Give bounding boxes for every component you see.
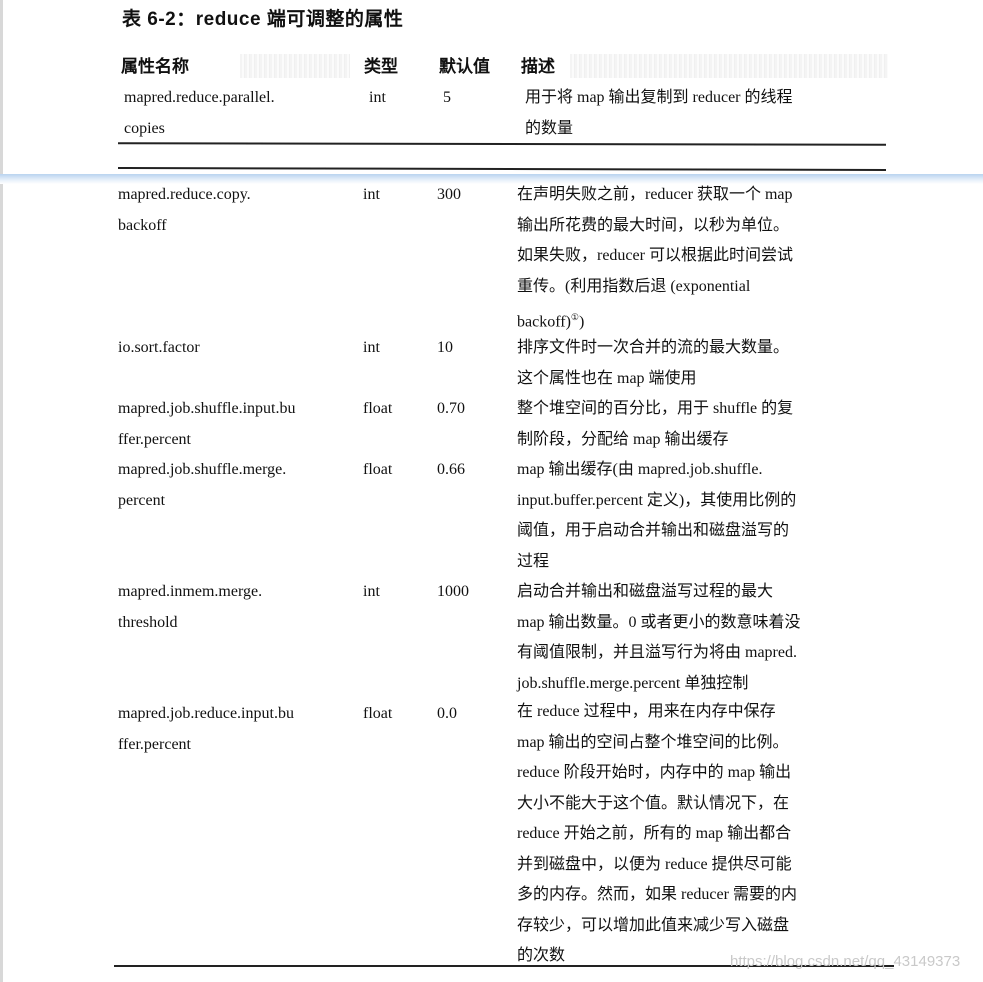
desc-line: 在声明失败之前，reducer 获取一个 map [517, 186, 793, 203]
header-default: 默认值 [439, 57, 490, 76]
header-type: 类型 [364, 57, 398, 76]
row-name: mapred.job.shuffle.input.bu ffer.percent [118, 394, 358, 455]
name-line: ffer.percent [118, 430, 191, 448]
row-type: float [363, 461, 393, 478]
desc-text: backoff) [517, 313, 571, 331]
name-line: mapred.reduce.copy. [118, 186, 251, 203]
row-default: 5 [443, 89, 451, 106]
row-description: 用于将 map 输出复制到 reducer 的线程 的数量 [525, 83, 883, 144]
table-rule [117, 166, 887, 172]
name-line: mapred.job.shuffle.merge. [118, 461, 287, 478]
desc-line: reduce 阶段开始时，内存中的 map 输出 [517, 764, 792, 781]
desc-line: map 输出的空间占整个堆空间的比例。 [517, 733, 789, 751]
footnote-mark[interactable]: ① [571, 312, 579, 322]
row-type: int [363, 339, 380, 356]
row-default: 1000 [437, 583, 469, 600]
row-type: float [363, 705, 393, 722]
desc-line: 制阶段，分配给 map 输出缓存 [517, 430, 729, 448]
desc-line: 输出所花费的最大时间，以秒为单位。 [517, 216, 790, 234]
desc-line: 重传。(利用指数后退 (exponential [517, 277, 751, 295]
desc-line: 多的内存。然而，如果 reducer 需要的内 [517, 886, 797, 903]
desc-line: input.buffer.percent 定义)，其使用比例的 [517, 491, 797, 509]
name-line: percent [118, 491, 166, 509]
row-type: float [363, 400, 393, 417]
name-line: mapred.reduce.parallel. [124, 89, 275, 106]
desc-text: ) [578, 313, 585, 331]
scan-noise [240, 54, 350, 78]
desc-line: 有阈值限制，并且溢写行为将由 mapred. [517, 644, 797, 661]
row-description: 在声明失败之前，reducer 获取一个 map 输出所花费的最大时间，以秒为单… [517, 180, 887, 338]
watermark: https://blog.csdn.net/qq_43149373 [730, 953, 961, 970]
desc-line: job.shuffle.merge.percent 单独控制 [517, 674, 749, 692]
row-description: 在 reduce 过程中，用来在内存中保存 map 输出的空间占整个堆空间的比例… [517, 697, 887, 972]
row-type: int [363, 583, 380, 600]
header-description: 描述 [521, 57, 555, 76]
desc-line: 并到磁盘中，以便为 reduce 提供尽可能 [517, 855, 792, 873]
desc-line: 这个属性也在 map 端使用 [517, 369, 697, 387]
desc-line: 过程 [517, 552, 550, 570]
row-name: io.sort.factor [118, 333, 358, 364]
row-default: 0.70 [437, 400, 465, 417]
table-title: 表 6-2：reduce 端可调整的属性 [122, 9, 404, 30]
desc-line: 用于将 map 输出复制到 reducer 的线程 [525, 89, 793, 106]
row-type: int [363, 186, 380, 203]
header-name: 属性名称 [121, 57, 189, 76]
desc-line: 大小不能大于这个值。默认情况下，在 [517, 794, 790, 812]
row-default: 0.0 [437, 705, 457, 722]
row-name: mapred.inmem.merge. threshold [118, 577, 358, 638]
desc-line: 的数量 [525, 119, 574, 137]
page-edge [0, 0, 3, 982]
name-line: ffer.percent [118, 735, 191, 753]
desc-line: reduce 开始之前，所有的 map 输出都合 [517, 825, 792, 842]
name-line: mapred.job.shuffle.input.bu [118, 400, 296, 417]
desc-line: map 输出数量。0 或者更小的数意味着没 [517, 613, 801, 631]
row-default: 10 [437, 339, 453, 356]
desc-line: 启动合并输出和磁盘溢写过程的最大 [517, 583, 774, 600]
row-name: mapred.job.shuffle.merge. percent [118, 455, 358, 516]
row-type: int [369, 89, 386, 106]
desc-line: 阈值，用于启动合并输出和磁盘溢写的 [517, 522, 790, 539]
name-line: copies [124, 119, 165, 137]
row-description: 启动合并输出和磁盘溢写过程的最大 map 输出数量。0 或者更小的数意味着没 有… [517, 577, 887, 699]
desc-line: 如果失败，reducer 可以根据此时间尝试 [517, 247, 793, 264]
name-line: io.sort.factor [118, 339, 200, 356]
row-default: 300 [437, 186, 461, 203]
name-line: backoff [118, 216, 167, 234]
desc-line: 存较少，可以增加此值来减少写入磁盘 [517, 916, 790, 934]
desc-line: map 输出缓存(由 mapred.job.shuffle. [517, 461, 763, 478]
row-description: map 输出缓存(由 mapred.job.shuffle. input.buf… [517, 455, 887, 577]
desc-line: 整个堆空间的百分比，用于 shuffle 的复 [517, 400, 794, 417]
name-line: mapred.inmem.merge. [118, 583, 263, 600]
row-name: mapred.reduce.copy. backoff [118, 180, 358, 241]
row-name: mapred.job.reduce.input.bu ffer.percent [118, 699, 358, 760]
row-description: 排序文件时一次合并的流的最大数量。 这个属性也在 map 端使用 [517, 333, 887, 394]
name-line: threshold [118, 613, 178, 631]
table-rule [117, 142, 887, 146]
row-name: mapred.reduce.parallel. copies [124, 83, 364, 144]
desc-line: 在 reduce 过程中，用来在内存中保存 [517, 703, 776, 720]
row-description: 整个堆空间的百分比，用于 shuffle 的复 制阶段，分配给 map 输出缓存 [517, 394, 887, 455]
name-line: mapred.job.reduce.input.bu [118, 705, 294, 722]
scan-noise [570, 54, 888, 78]
desc-line: 排序文件时一次合并的流的最大数量。 [517, 339, 790, 356]
row-default: 0.66 [437, 461, 465, 478]
